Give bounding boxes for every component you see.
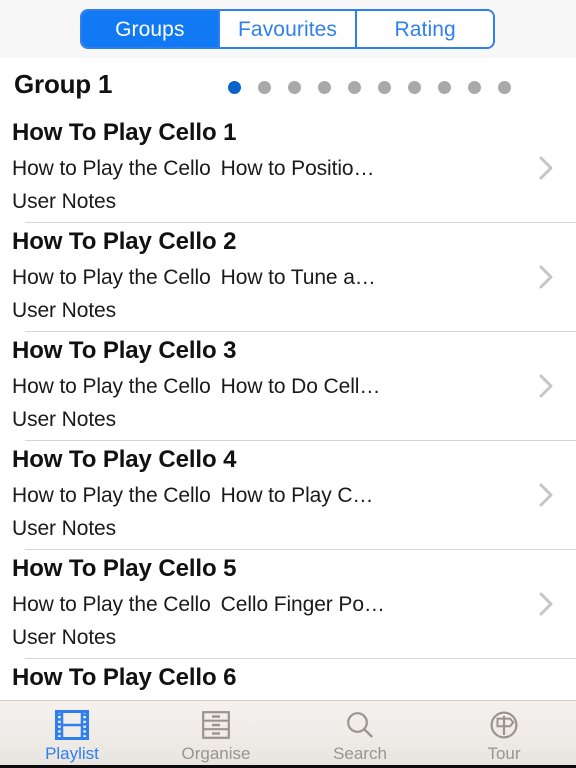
row-detail: How to Do Cell…	[220, 375, 381, 398]
group-title: Group 1	[14, 69, 113, 99]
row-detail: How to Play C…	[220, 484, 374, 507]
row-source: How to Play the Cello	[12, 593, 211, 616]
tab-bar: Playlist Organise Search Tour	[0, 700, 576, 768]
playlist-list[interactable]: How To Play Cello 1 How to Play the Cell…	[0, 113, 576, 700]
page-dot-5[interactable]	[348, 81, 361, 94]
signpost-circle-icon	[483, 706, 525, 744]
tab-playlist-label: Playlist	[45, 744, 99, 763]
tab-tour[interactable]: Tour	[432, 701, 576, 768]
app-screen: Groups Favourites Rating Group 1 How To …	[0, 0, 576, 768]
header-bar: Groups Favourites Rating	[0, 0, 576, 58]
row-subtitle: How to Play the Cello How to Play C…	[12, 484, 373, 508]
table-row[interactable]: How To Play Cello 3 How to Play the Cell…	[0, 331, 576, 440]
table-row[interactable]: How To Play Cello 5 How to Play the Cell…	[0, 549, 576, 658]
chevron-right-icon[interactable]	[538, 264, 556, 290]
tab-tour-label: Tour	[487, 744, 521, 763]
row-notes: User Notes	[12, 517, 117, 540]
page-dots[interactable]	[228, 81, 511, 94]
page-dot-8[interactable]	[438, 81, 451, 94]
table-row[interactable]: How To Play Cello 2 How to Play the Cell…	[0, 222, 576, 331]
page-dot-10[interactable]	[498, 81, 511, 94]
row-detail: Cello Finger Po…	[220, 593, 385, 616]
row-title: How To Play Cello 1	[12, 119, 237, 146]
tab-search[interactable]: Search	[288, 701, 432, 768]
film-strip-icon	[51, 706, 93, 744]
table-row[interactable]: How To Play Cello 4 How to Play the Cell…	[0, 440, 576, 549]
row-notes: User Notes	[12, 190, 117, 213]
group-header: Group 1	[0, 58, 576, 113]
row-title: How To Play Cello 3	[12, 337, 237, 364]
page-dot-4[interactable]	[318, 81, 331, 94]
row-subtitle: How to Play the Cello How to Tune a…	[12, 266, 376, 290]
tab-organise-label: Organise	[181, 744, 251, 763]
tab-playlist[interactable]: Playlist	[0, 701, 144, 768]
row-detail: How to Tune a…	[220, 266, 376, 289]
segment-rating-label: Rating	[394, 17, 456, 41]
row-detail: How to Positio…	[220, 157, 375, 180]
row-source: How to Play the Cello	[12, 375, 211, 398]
row-title: How To Play Cello 2	[12, 228, 237, 255]
page-dot-1[interactable]	[228, 81, 241, 94]
row-title: How To Play Cello 4	[12, 446, 237, 473]
row-title: How To Play Cello 6	[12, 664, 237, 691]
segment-groups-label: Groups	[115, 17, 185, 41]
row-subtitle: How to Play the Cello Cello Finger Po…	[12, 593, 385, 617]
row-notes: User Notes	[12, 299, 117, 322]
segment-favourites[interactable]: Favourites	[217, 11, 356, 47]
table-row[interactable]: How To Play Cello 1 How to Play the Cell…	[0, 113, 576, 222]
tab-organise[interactable]: Organise	[144, 701, 288, 768]
row-subtitle: How to Play the Cello How to Positio…	[12, 157, 375, 181]
chevron-right-icon[interactable]	[538, 591, 556, 617]
page-dot-6[interactable]	[378, 81, 391, 94]
table-row[interactable]: How To Play Cello 6	[0, 658, 576, 700]
row-title: How To Play Cello 5	[12, 555, 237, 582]
row-source: How to Play the Cello	[12, 484, 211, 507]
view-mode-segmented-control[interactable]: Groups Favourites Rating	[80, 9, 495, 49]
segment-rating[interactable]: Rating	[355, 11, 493, 47]
magnifier-icon	[339, 706, 381, 744]
page-dot-3[interactable]	[288, 81, 301, 94]
row-subtitle: How to Play the Cello How to Do Cell…	[12, 375, 380, 399]
segment-favourites-label: Favourites	[237, 17, 338, 41]
chevron-right-icon[interactable]	[538, 155, 556, 181]
drawers-icon	[195, 706, 237, 744]
row-source: How to Play the Cello	[12, 157, 211, 180]
page-dot-2[interactable]	[258, 81, 271, 94]
chevron-right-icon[interactable]	[538, 373, 556, 399]
chevron-right-icon[interactable]	[538, 482, 556, 508]
row-notes: User Notes	[12, 408, 117, 431]
tab-search-label: Search	[333, 744, 387, 763]
row-source: How to Play the Cello	[12, 266, 211, 289]
page-dot-9[interactable]	[468, 81, 481, 94]
segment-groups[interactable]: Groups	[82, 11, 218, 47]
row-notes: User Notes	[12, 626, 117, 649]
page-dot-7[interactable]	[408, 81, 421, 94]
